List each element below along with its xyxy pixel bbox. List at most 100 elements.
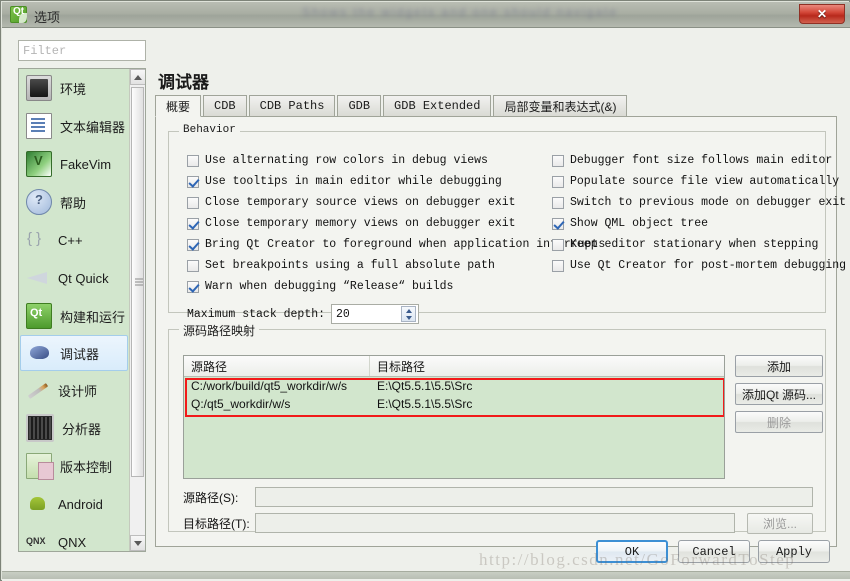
sidebar-item-6[interactable]: 构建和运行 [19, 297, 129, 335]
sidebar-item-8[interactable]: 设计师 [19, 371, 129, 409]
checkbox-icon[interactable] [187, 175, 199, 188]
android-icon [26, 492, 50, 516]
max-stack-depth-label: Maximum stack depth: [187, 307, 326, 321]
checkbox-icon[interactable] [552, 217, 564, 230]
browse-button[interactable]: 浏览... [747, 513, 813, 534]
tab-1[interactable]: CDB [203, 95, 247, 116]
behavior-check-left-3[interactable]: Close temporary memory views on debugger… [187, 217, 516, 230]
build-and-run-icon [26, 303, 52, 329]
target-path-input[interactable] [255, 513, 735, 533]
dialog-body: 环境文本编辑器 FakeVim 帮助 C++ Qt Quick构建和运行调试器设计师分析… [2, 28, 850, 581]
checkbox-icon[interactable] [552, 175, 564, 188]
checkbox-icon[interactable] [187, 238, 199, 251]
scrollbar-thumb[interactable] [131, 87, 144, 477]
behavior-check-left-4[interactable]: Bring Qt Creator to foreground when appl… [187, 238, 605, 251]
behavior-check-left-0[interactable]: Use alternating row colors in debug view… [187, 154, 488, 167]
behavior-group: Behavior Use alternating row colors in d… [168, 124, 846, 324]
stepper-arrows-icon[interactable] [401, 306, 417, 322]
table-row[interactable]: Q:/qt5_workdir/w/s E:\Qt5.5.1\5.5\Src [184, 395, 724, 413]
apply-button[interactable]: Apply [758, 540, 830, 563]
fakevim-icon [26, 151, 52, 177]
cell-source-path: Q:/qt5_workdir/w/s [191, 397, 291, 411]
delete-button[interactable]: 删除 [735, 411, 823, 433]
delete-button-label: 删除 [766, 415, 791, 430]
title-bar: Shows the widgets and one should navigat… [2, 2, 850, 28]
checkbox-label: Bring Qt Creator to foreground when appl… [205, 238, 606, 251]
behavior-check-right-1[interactable]: Populate source file view automatically [552, 175, 839, 188]
ok-button[interactable]: OK [596, 540, 668, 563]
checkbox-icon[interactable] [552, 196, 564, 209]
checkbox-label: Use alternating row colors in debug view… [205, 154, 488, 167]
sidebar-item-11[interactable]: Android [19, 485, 129, 523]
checkbox-label: Use tooltips in main editor while debugg… [205, 175, 502, 188]
behavior-check-left-2[interactable]: Close temporary source views on debugger… [187, 196, 516, 209]
source-mapping-table[interactable]: 源路径 目标路径 C:/work/build/qt5_workdir/w/s E:… [183, 355, 725, 479]
sidebar-item-1[interactable]: 文本编辑器 [19, 107, 129, 145]
sidebar-item-label: 版本控制 [60, 459, 113, 475]
tab-3[interactable]: GDB [337, 95, 382, 116]
sidebar-item-10[interactable]: 版本控制 [19, 447, 129, 485]
tab-2[interactable]: CDB Paths [248, 95, 336, 116]
checkbox-icon[interactable] [187, 280, 199, 293]
sidebar-item-12[interactable]: QNX [19, 523, 129, 551]
column-header-target[interactable]: 目标路径 [370, 356, 724, 376]
sidebar-item-3[interactable]: 帮助 [19, 183, 129, 221]
behavior-check-left-5[interactable]: Set breakpoints using a full absolute pa… [187, 259, 495, 272]
sidebar-item-label: 帮助 [60, 195, 87, 211]
checkbox-icon[interactable] [552, 154, 564, 167]
sidebar-item-5[interactable]: Qt Quick [19, 259, 129, 297]
sidebar-item-label: 文本编辑器 [60, 119, 126, 135]
cancel-button[interactable]: Cancel [678, 540, 750, 563]
sidebar-item-7[interactable]: 调试器 [20, 335, 128, 371]
sidebar-item-9[interactable]: 分析器 [19, 409, 129, 447]
source-path-label: 源路径(S): [183, 490, 239, 505]
checkbox-icon[interactable] [187, 217, 199, 230]
checkbox-icon[interactable] [187, 259, 199, 272]
tab-5[interactable]: 局部变量和表达式(&) [493, 95, 628, 116]
column-header-source[interactable]: 源路径 [184, 356, 370, 376]
source-mapping-group-title: 源码路径映射 [179, 322, 260, 339]
qnx-icon [26, 530, 50, 551]
checkbox-icon[interactable] [552, 238, 564, 251]
table-row[interactable]: C:/work/build/qt5_workdir/w/s E:\Qt5.5.1\… [184, 377, 724, 395]
scroll-up-icon[interactable] [130, 69, 145, 85]
cell-source-path: C:/work/build/qt5_workdir/w/s [191, 379, 348, 393]
behavior-check-left-1[interactable]: Use tooltips in main editor while debugg… [187, 175, 502, 188]
behavior-check-right-4[interactable]: Keep editor stationary when stepping [552, 238, 818, 251]
source-path-input[interactable] [255, 487, 813, 507]
sidebar-item-label: Android [58, 496, 103, 512]
checkbox-label: Set breakpoints using a full absolute pa… [205, 259, 495, 272]
checkbox-icon[interactable] [187, 196, 199, 209]
tab-0[interactable]: 概要 [155, 95, 202, 117]
sidebar-item-4[interactable]: C++ [19, 221, 129, 259]
sidebar-item-0[interactable]: 环境 [19, 69, 129, 107]
behavior-check-right-2[interactable]: Switch to previous mode on debugger exit [552, 196, 846, 209]
behavior-check-right-3[interactable]: Show QML object tree [552, 217, 708, 230]
category-sidebar: 环境文本编辑器 FakeVim 帮助 C++ Qt Quick 构建和运行调试器设计师分析… [18, 68, 146, 552]
cell-target-path: E:\Qt5.5.1\5.5\Src [377, 379, 473, 393]
target-path-label: 目标路径(T): [183, 516, 250, 531]
close-icon[interactable]: ✕ [799, 4, 845, 24]
checkbox-icon[interactable] [187, 154, 199, 167]
add-qt-source-button[interactable]: 添加Qt 源码... [735, 383, 823, 405]
blurred-background-text: Shows the widgets and one should navigat… [302, 5, 619, 19]
tab-strip: 概要 CDB CDB Paths GDB GDB Extended 局部变量和表达式(&) [155, 95, 837, 117]
max-stack-depth-input[interactable] [332, 304, 399, 324]
checkbox-label: Warn when debugging “Release“ builds [205, 280, 454, 293]
sidebar-item-label: FakeVim [60, 156, 112, 172]
checkbox-label: Close temporary memory views on debugger… [205, 217, 516, 230]
sidebar-item-label: C++ [58, 232, 83, 248]
max-stack-depth-stepper[interactable] [331, 304, 420, 324]
text-editor-icon [26, 113, 52, 139]
sidebar-scrollbar[interactable] [129, 69, 145, 551]
behavior-check-right-5[interactable]: Use Qt Creator for post-mortem debugging [552, 259, 846, 272]
environment-icon [26, 75, 52, 101]
behavior-check-right-0[interactable]: Debugger font size follows main editor [552, 154, 832, 167]
sidebar-item-2[interactable]: FakeVim [19, 145, 129, 183]
add-button[interactable]: 添加 [735, 355, 823, 377]
behavior-check-left-6[interactable]: Warn when debugging “Release“ builds [187, 280, 453, 293]
filter-input[interactable] [18, 40, 146, 61]
scroll-down-icon[interactable] [130, 535, 145, 551]
tab-4[interactable]: GDB Extended [383, 95, 492, 116]
checkbox-icon[interactable] [552, 259, 564, 272]
